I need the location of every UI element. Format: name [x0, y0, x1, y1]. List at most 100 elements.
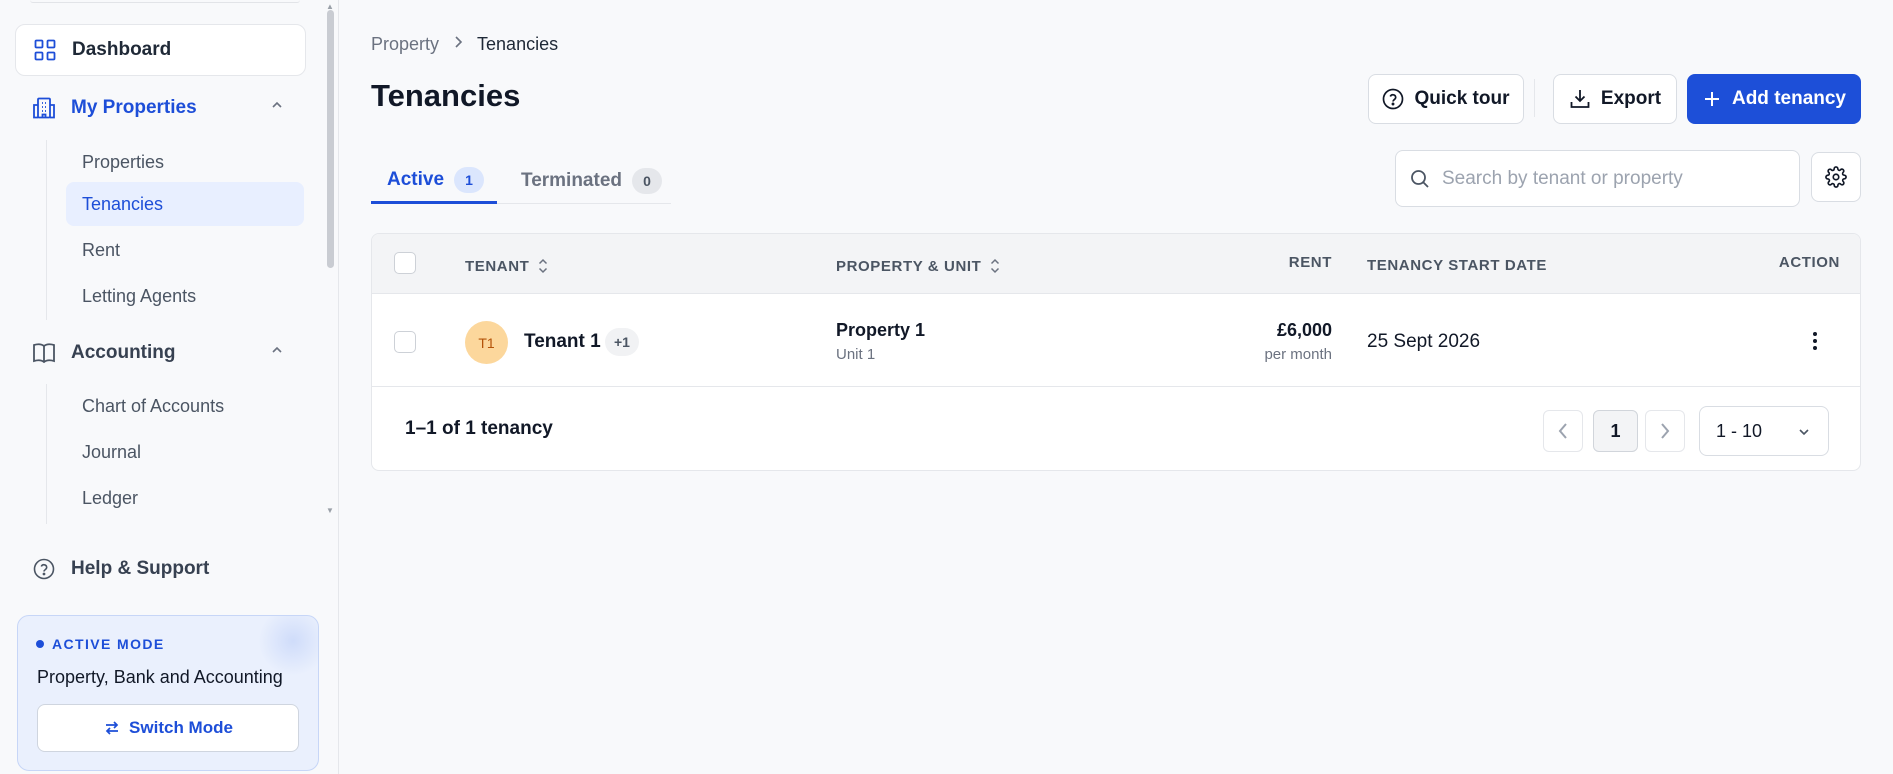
- export-button[interactable]: Export: [1553, 74, 1677, 124]
- sidebar-scrollbar[interactable]: ▲ ▼: [324, 0, 336, 525]
- switch-mode-button[interactable]: Switch Mode: [37, 704, 299, 752]
- avatar: T1: [465, 321, 508, 364]
- next-page-button[interactable]: [1645, 410, 1685, 452]
- tenancies-table: TENANT PROPERTY & UNIT RENT TENANCY STAR…: [371, 233, 1861, 471]
- export-label: Export: [1600, 88, 1662, 109]
- book-icon: [31, 340, 57, 366]
- column-header-label: ACTION: [1778, 254, 1840, 271]
- pagination-summary: 1–1 of 1 tenancy: [405, 418, 553, 439]
- column-header-label: TENANCY START DATE: [1367, 257, 1547, 274]
- sort-icon: [539, 258, 548, 274]
- column-header-label: PROPERTY & UNIT: [836, 257, 982, 275]
- tab-label: Terminated: [521, 170, 623, 191]
- sidebar-item-dashboard[interactable]: Dashboard: [15, 24, 306, 76]
- rent-period: per month: [1264, 346, 1332, 363]
- main-content: Property Tenancies Tenancies Quick tour …: [340, 0, 1893, 774]
- download-icon: [1570, 90, 1590, 108]
- breadcrumb-link-property[interactable]: Property: [371, 34, 439, 55]
- accounting-submenu: Chart of Accounts Journal Ledger: [46, 384, 224, 524]
- current-page-button[interactable]: 1: [1593, 410, 1638, 452]
- scroll-down-arrow-icon[interactable]: ▼: [326, 506, 334, 515]
- sidebar-item-letting-agents[interactable]: Letting Agents: [66, 274, 304, 318]
- sidebar-item-label: Dashboard: [72, 39, 172, 60]
- column-header-start-date: TENANCY START DATE: [1367, 257, 1547, 274]
- sidebar-item-properties[interactable]: Properties: [66, 140, 304, 184]
- table-row[interactable]: T1 Tenant 1 +1 Property 1 Unit 1 £6,000 …: [372, 294, 1860, 387]
- sort-icon: [991, 258, 1000, 274]
- search-box[interactable]: [1395, 150, 1800, 207]
- quick-tour-label: Quick tour: [1414, 88, 1510, 109]
- building-icon: [31, 95, 57, 121]
- tab-count-badge: 1: [454, 166, 485, 193]
- scrollbar-thumb[interactable]: [327, 10, 334, 268]
- tenancy-start-date: 25 Sept 2026: [1367, 331, 1481, 352]
- row-actions-button[interactable]: [1804, 328, 1826, 354]
- table-settings-button[interactable]: [1811, 152, 1861, 202]
- my-properties-submenu: Properties Tenancies Rent Letting Agents: [46, 140, 304, 320]
- sidebar-item-label: Help & Support: [71, 558, 210, 579]
- kebab-icon: [1813, 332, 1817, 350]
- chevron-right-icon: [1661, 423, 1670, 439]
- search-input[interactable]: [1442, 167, 1782, 190]
- column-header-label: RENT: [1288, 254, 1332, 271]
- chevron-left-icon: [1558, 423, 1567, 439]
- swap-icon: [105, 721, 119, 735]
- tab-label: Active: [387, 168, 445, 190]
- column-header-action: ACTION: [1779, 254, 1840, 271]
- column-header-tenant[interactable]: TENANT: [465, 257, 549, 275]
- grid-icon: [32, 37, 58, 63]
- sidebar-top-edge: [30, 0, 300, 3]
- chevron-down-icon: [1799, 429, 1809, 436]
- column-header-property-unit[interactable]: PROPERTY & UNIT: [836, 257, 1001, 275]
- sidebar-group-label: My Properties: [71, 97, 197, 118]
- help-circle-icon: [31, 556, 57, 582]
- gear-icon: [1825, 166, 1847, 188]
- tab-active[interactable]: Active 1: [371, 158, 497, 204]
- prev-page-button[interactable]: [1543, 410, 1583, 452]
- breadcrumb: Property Tenancies: [371, 34, 558, 55]
- sidebar-group-label: Accounting: [71, 342, 176, 363]
- sidebar-item-ledger[interactable]: Ledger: [66, 476, 304, 520]
- sidebar-group-accounting[interactable]: Accounting: [15, 329, 306, 377]
- unit-name: Unit 1: [836, 346, 876, 363]
- sidebar-item-tenancies[interactable]: Tenancies: [66, 182, 304, 226]
- property-name: Property 1: [836, 320, 926, 340]
- add-tenancy-button[interactable]: Add tenancy: [1687, 74, 1861, 124]
- plus-icon: [1704, 92, 1719, 106]
- active-mode-name: Property, Bank and Accounting: [37, 667, 283, 687]
- sidebar: Dashboard My Properties Properties Tenan…: [0, 0, 339, 774]
- tab-terminated[interactable]: Terminated 0: [521, 158, 663, 204]
- chevron-up-icon: [270, 343, 284, 362]
- add-tenancy-label: Add tenancy: [1731, 88, 1847, 109]
- tenant-name[interactable]: Tenant 1: [524, 331, 601, 353]
- row-checkbox[interactable]: [394, 331, 416, 353]
- status-dot-icon: [36, 640, 44, 648]
- breadcrumb-current: Tenancies: [477, 34, 559, 54]
- page-size-select[interactable]: 1 - 10: [1699, 406, 1829, 456]
- sidebar-group-my-properties[interactable]: My Properties: [15, 84, 306, 132]
- page-size-value: 1 - 10: [1716, 420, 1763, 441]
- help-circle-icon: [1383, 88, 1404, 110]
- active-mode-label: ACTIVE MODE: [52, 636, 165, 652]
- column-header-rent: RENT: [1289, 254, 1332, 271]
- rent-amount: £6,000: [1276, 320, 1332, 340]
- sidebar-item-rent[interactable]: Rent: [66, 228, 304, 272]
- table-header: TENANT PROPERTY & UNIT RENT TENANCY STAR…: [372, 234, 1860, 294]
- quick-tour-button[interactable]: Quick tour: [1368, 74, 1524, 124]
- sidebar-item-journal[interactable]: Journal: [66, 430, 304, 474]
- page-title: Tenancies: [371, 78, 521, 113]
- sidebar-item-chart-of-accounts[interactable]: Chart of Accounts: [66, 384, 304, 428]
- status-tabs: Active 1 Terminated 0: [371, 158, 671, 204]
- header-divider: [1534, 79, 1535, 117]
- active-mode-tag: ACTIVE MODE: [36, 636, 165, 652]
- select-all-checkbox[interactable]: [394, 252, 416, 274]
- switch-mode-label: Switch Mode: [129, 718, 233, 737]
- sidebar-item-help-support[interactable]: Help & Support: [15, 545, 306, 593]
- chevron-up-icon: [270, 98, 284, 117]
- extra-tenants-badge[interactable]: +1: [605, 328, 639, 356]
- tab-count-badge: 0: [632, 168, 663, 194]
- chevron-right-icon: [453, 35, 463, 54]
- column-header-label: TENANT: [465, 257, 530, 275]
- search-icon: [1411, 169, 1429, 188]
- sidebar-nav-scroll: Dashboard My Properties Properties Tenan…: [0, 0, 339, 525]
